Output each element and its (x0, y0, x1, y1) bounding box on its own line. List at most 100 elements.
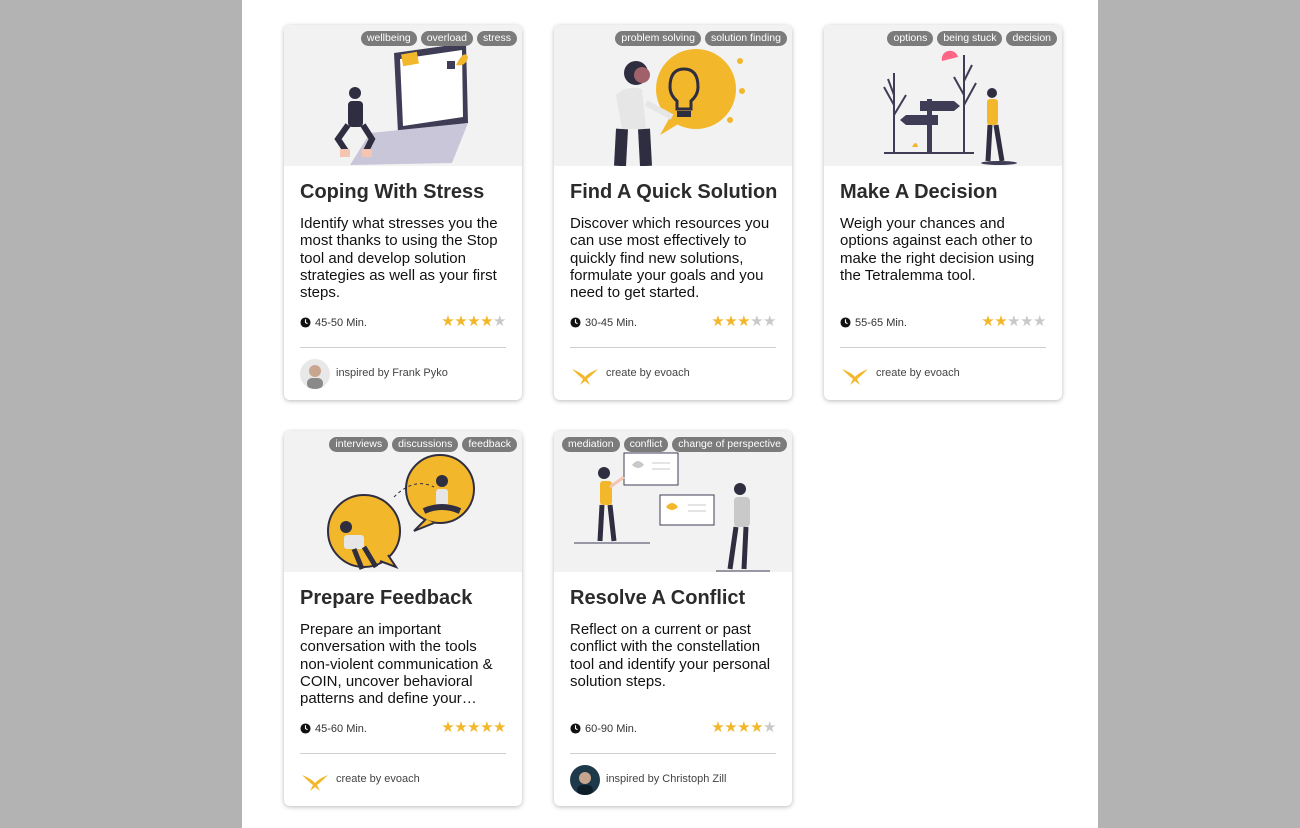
author-row: create by evoach (840, 359, 1050, 389)
tag[interactable]: mediation (562, 437, 620, 452)
duration-text: 60-90 Min. (585, 723, 637, 735)
tag[interactable]: solution finding (704, 31, 787, 46)
author-byline: create by evoach (336, 773, 420, 785)
tag[interactable]: feedback (462, 437, 517, 452)
star-rating: ★★★★★ (441, 314, 506, 330)
tag[interactable]: wellbeing (360, 31, 417, 46)
star-filled-icon: ★ (441, 313, 455, 330)
star-filled-icon: ★ (750, 719, 764, 736)
tag[interactable]: interviews (329, 437, 389, 452)
author-row: inspired by Frank Pyko (300, 359, 510, 389)
star-filled-icon: ★ (454, 719, 468, 736)
star-rating: ★★★★★ (711, 314, 776, 330)
clock-icon (300, 723, 311, 734)
divider (300, 347, 506, 348)
author-byline: inspired by Frank Pyko (336, 367, 448, 379)
star-empty-icon: ★ (763, 719, 776, 736)
star-rating: ★★★★★ (981, 314, 1046, 330)
star-filled-icon: ★ (441, 719, 455, 736)
star-filled-icon: ★ (711, 719, 725, 736)
tag-list: problem solving solution finding (557, 31, 787, 46)
card-title: Resolve A Conflict (570, 587, 746, 609)
star-filled-icon: ★ (994, 313, 1008, 330)
star-filled-icon: ★ (981, 313, 995, 330)
card-description: Prepare an important conversation with t… (300, 621, 493, 708)
star-filled-icon: ★ (493, 719, 506, 736)
card-description: Identify what stresses you the most than… (300, 215, 498, 302)
card-description: Reflect on a current or past conflict wi… (570, 621, 771, 690)
card-description: Weigh your chances and options against e… (840, 215, 1035, 284)
card-title: Coping With Stress (300, 181, 485, 203)
clock-icon (570, 723, 581, 734)
duration-text: 55-65 Min. (855, 317, 907, 329)
tool-card-resolve-a-conflict[interactable]: mediation conflict change of perspective… (554, 431, 792, 806)
divider (300, 753, 506, 754)
tag[interactable]: overload (420, 31, 473, 46)
person-avatar (570, 765, 600, 795)
duration-text: 45-50 Min. (315, 317, 367, 329)
star-filled-icon: ★ (724, 313, 738, 330)
tool-card-prepare-feedback[interactable]: interviews discussions feedback Prepare … (284, 431, 522, 806)
star-filled-icon: ★ (454, 313, 468, 330)
tool-card-make-a-decision[interactable]: options being stuck decision Make A Deci… (824, 25, 1062, 400)
star-empty-icon: ★ (493, 313, 506, 330)
divider (840, 347, 1046, 348)
card-meta: 60-90 Min. ★★★★★ (570, 720, 776, 736)
tag[interactable]: problem solving (615, 31, 701, 46)
author-byline: create by evoach (606, 367, 690, 379)
card-title: Find A Quick Solution (570, 181, 778, 203)
tag[interactable]: change of perspective (672, 437, 787, 452)
card-description: Discover which resources you can use mos… (570, 215, 770, 302)
author-byline: inspired by Christoph Zill (606, 773, 727, 785)
star-filled-icon: ★ (711, 313, 725, 330)
author-row: create by evoach (300, 765, 510, 795)
card-meta: 45-60 Min. ★★★★★ (300, 719, 506, 736)
evoach-bird-logo (300, 765, 330, 795)
lightbulb-idea-illustration: problem solving solution finding (554, 25, 792, 166)
star-filled-icon: ★ (480, 313, 494, 330)
tag[interactable]: options (887, 31, 934, 46)
tag-list: wellbeing overload stress (287, 31, 517, 46)
presentation-conflict-illustration: mediation conflict change of perspective (554, 431, 792, 572)
tool-card-find-a-quick-solution[interactable]: problem solving solution finding Find A … (554, 25, 792, 400)
clock-icon (840, 317, 851, 328)
author-byline: create by evoach (876, 367, 960, 379)
tag[interactable]: stress (476, 31, 517, 46)
tag[interactable]: discussions (392, 437, 459, 452)
star-empty-icon: ★ (750, 313, 764, 330)
card-title: Make A Decision (840, 181, 998, 203)
star-empty-icon: ★ (1033, 313, 1046, 330)
star-filled-icon: ★ (467, 719, 481, 736)
tool-catalog-page: wellbeing overload stress Coping With St… (242, 0, 1098, 828)
tag[interactable]: conflict (623, 437, 669, 452)
person-avatar (300, 359, 330, 389)
star-filled-icon: ★ (480, 719, 494, 736)
card-meta: 30-45 Min. ★★★★★ (570, 314, 776, 330)
speech-bubbles-illustration: interviews discussions feedback (284, 431, 522, 572)
divider (570, 753, 776, 754)
divider (570, 347, 776, 348)
tag-list: mediation conflict change of perspective (557, 437, 787, 452)
stress-laptop-illustration: wellbeing overload stress (284, 25, 522, 166)
star-filled-icon: ★ (737, 719, 751, 736)
star-filled-icon: ★ (724, 719, 738, 736)
star-filled-icon: ★ (467, 313, 481, 330)
signpost-decision-illustration: options being stuck decision (824, 25, 1062, 166)
star-empty-icon: ★ (763, 313, 776, 330)
card-meta: 45-50 Min. ★★★★★ (300, 314, 506, 330)
tag[interactable]: decision (1006, 31, 1057, 46)
card-meta: 55-65 Min. ★★★★★ (840, 314, 1046, 330)
author-row: inspired by Christoph Zill (570, 765, 780, 795)
tag-list: interviews discussions feedback (287, 437, 517, 452)
tool-card-coping-with-stress[interactable]: wellbeing overload stress Coping With St… (284, 25, 522, 400)
tag-list: options being stuck decision (827, 31, 1057, 46)
duration-text: 30-45 Min. (585, 317, 637, 329)
star-empty-icon: ★ (1007, 313, 1021, 330)
evoach-bird-logo (840, 359, 870, 389)
tag[interactable]: being stuck (937, 31, 1003, 46)
star-empty-icon: ★ (1020, 313, 1034, 330)
card-title: Prepare Feedback (300, 587, 473, 609)
star-rating: ★★★★★ (711, 720, 776, 736)
clock-icon (300, 317, 311, 328)
evoach-bird-logo (570, 359, 600, 389)
